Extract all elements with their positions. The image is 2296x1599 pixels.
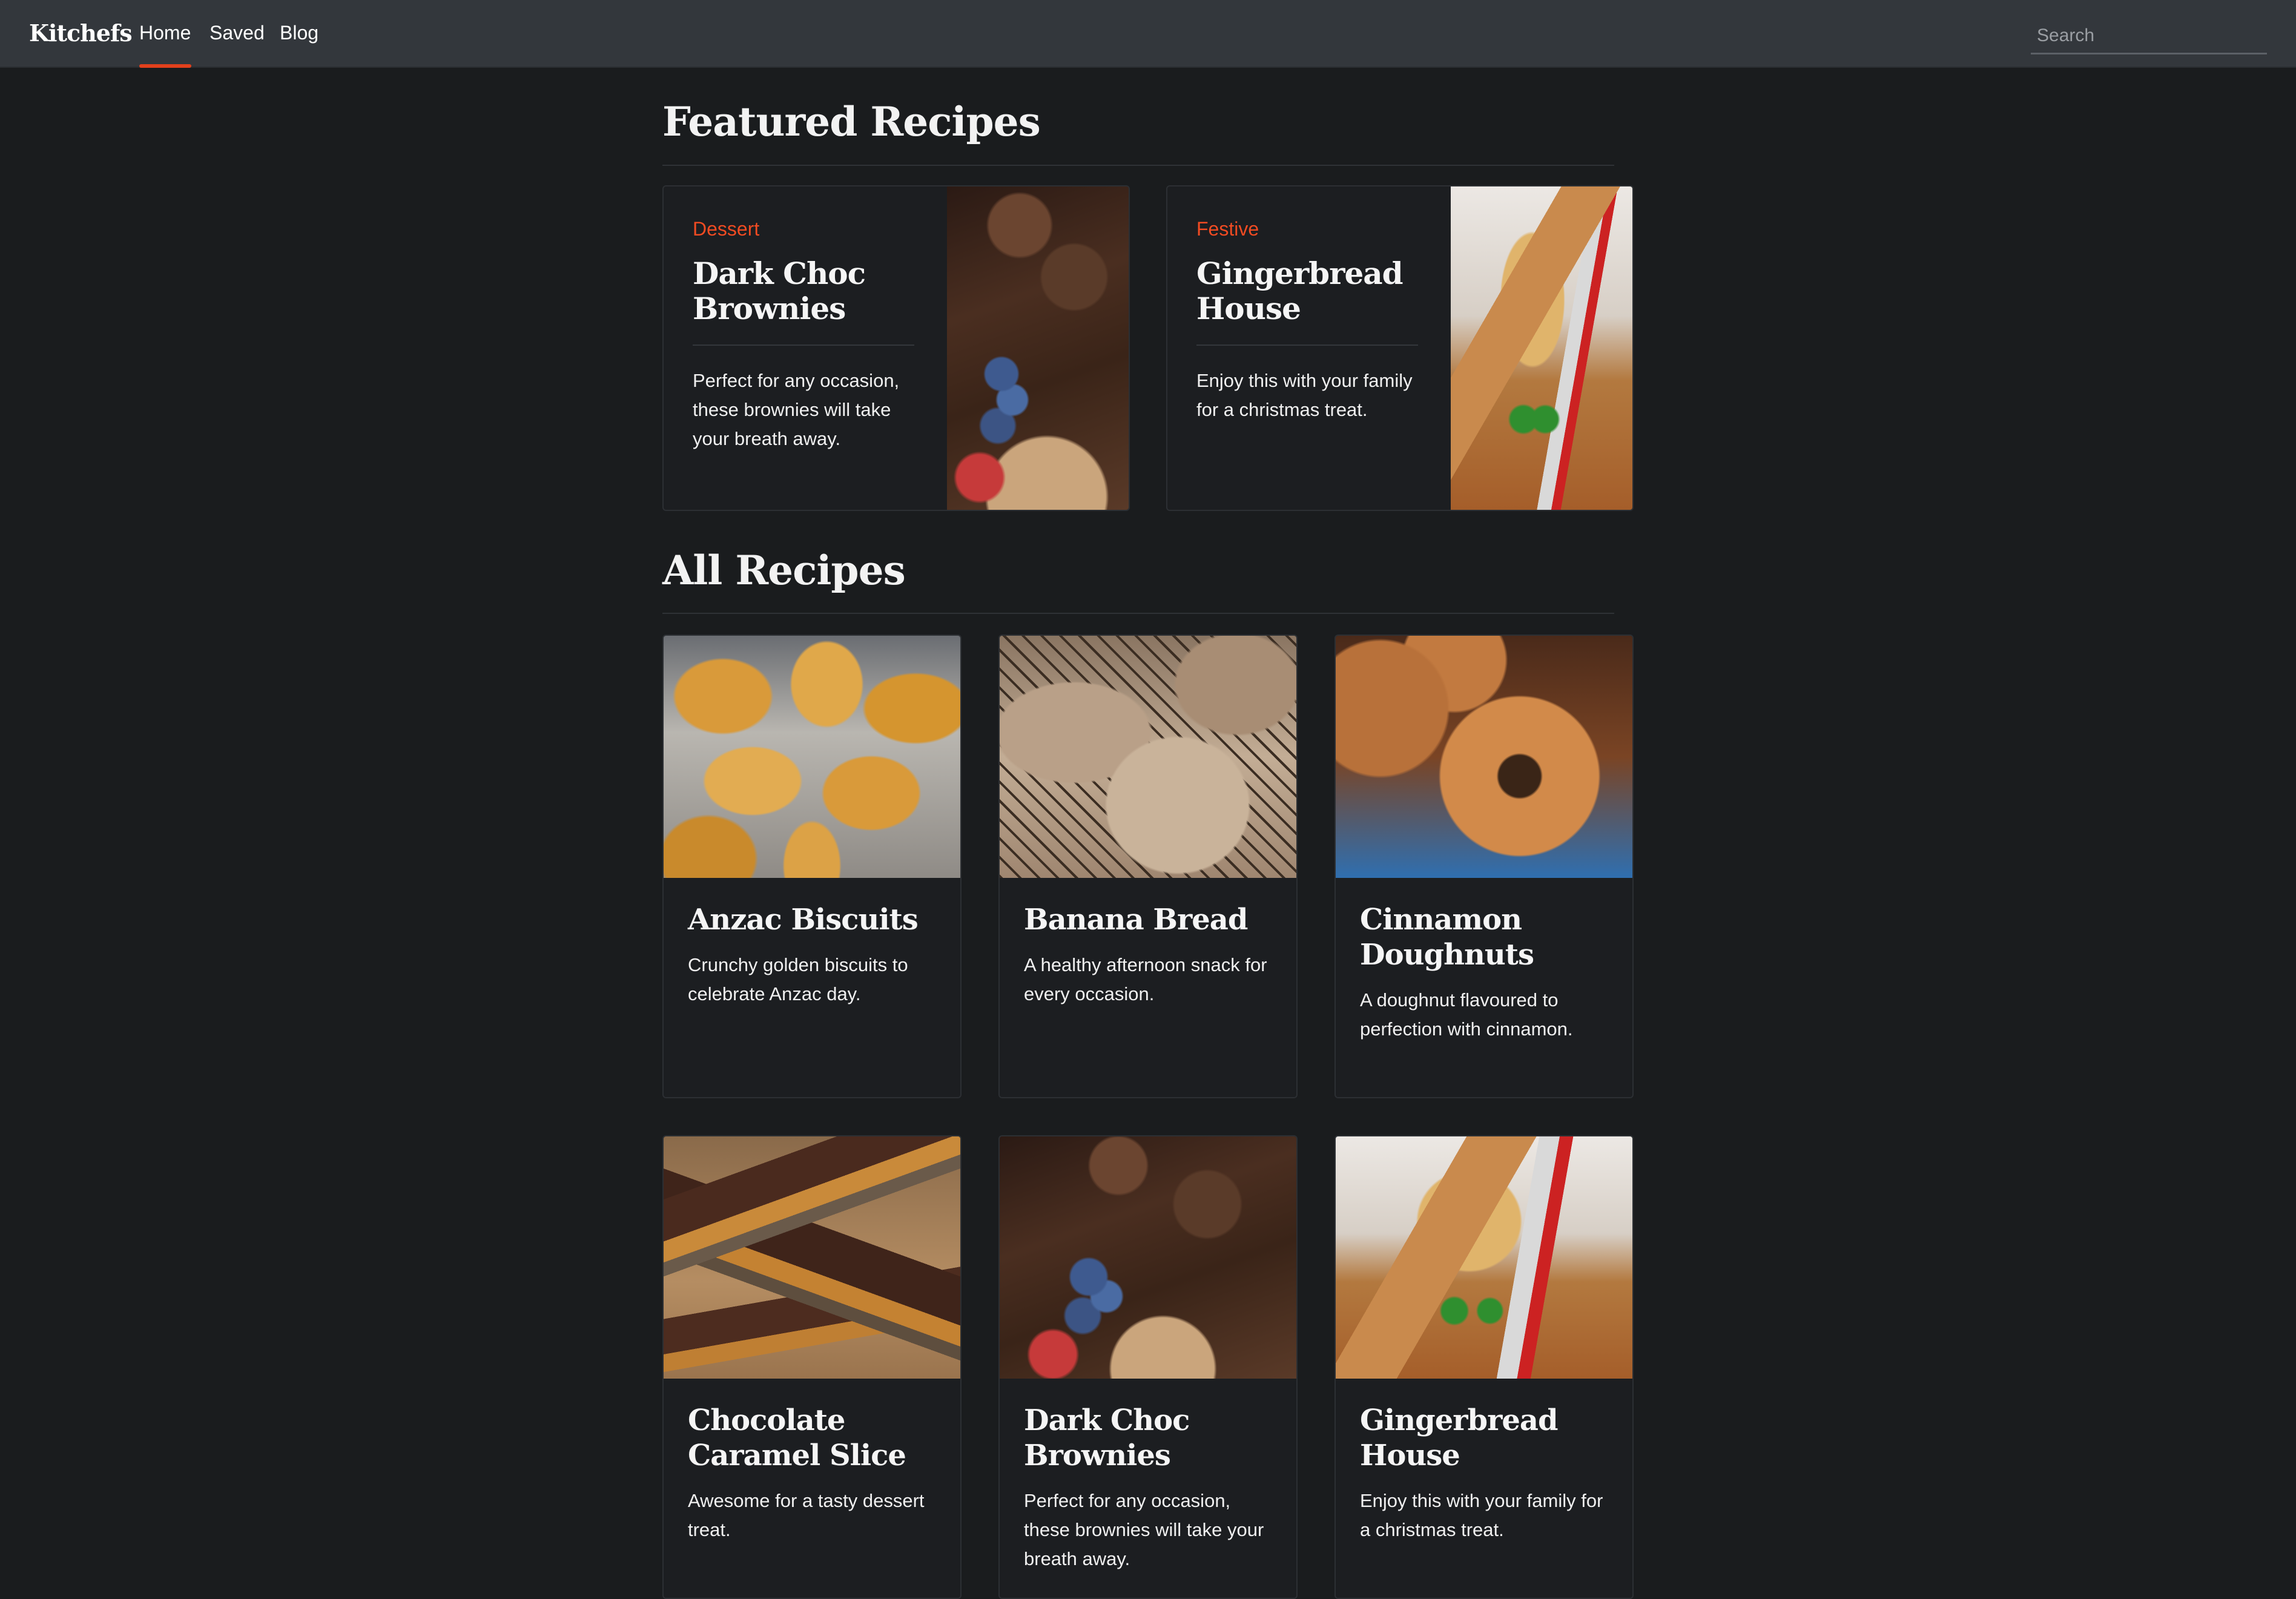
category-tag[interactable]: Festive [1196, 218, 1418, 240]
recipe-card-description: Crunchy golden biscuits to celebrate Anz… [688, 954, 908, 1004]
featured-card-description: Perfect for any occasion, these brownies… [693, 370, 900, 449]
recipe-card-title[interactable]: Cinnamon Doughnuts [1360, 902, 1614, 972]
recipe-card[interactable]: Chocolate Caramel Slice Awesome for a ta… [662, 1135, 962, 1599]
recipe-image[interactable] [1336, 636, 1632, 878]
recipe-image[interactable] [664, 1136, 960, 1379]
featured-card-description: Enjoy this with your family for a christ… [1196, 370, 1413, 420]
recipe-card[interactable]: Cinnamon Doughnuts A doughnut flavoured … [1334, 635, 1634, 1098]
section-divider [662, 165, 1614, 166]
nav-link-saved[interactable]: Saved [209, 22, 265, 44]
recipe-card[interactable]: Gingerbread House Enjoy this with your f… [1334, 1135, 1634, 1599]
recipe-card-description: Enjoy this with your family for a christ… [1360, 1490, 1603, 1540]
featured-card[interactable]: Dessert Dark Choc Brownies Perfect for a… [662, 185, 1130, 511]
top-navbar: Kitchefs Home Saved Blog [0, 0, 2296, 68]
featured-card-title[interactable]: Dark Choc Brownies [693, 256, 914, 326]
search-input[interactable] [2031, 18, 2267, 54]
recipe-image[interactable] [664, 636, 960, 878]
category-tag[interactable]: Dessert [693, 218, 914, 240]
recipe-card[interactable]: Anzac Biscuits Crunchy golden biscuits t… [662, 635, 962, 1098]
recipe-card[interactable]: Banana Bread A healthy afternoon snack f… [998, 635, 1298, 1098]
recipe-image[interactable] [947, 186, 1129, 510]
card-divider [693, 345, 914, 346]
recipe-card-title[interactable]: Chocolate Caramel Slice [688, 1403, 942, 1473]
nav-link-home[interactable]: Home [139, 22, 191, 44]
featured-card-body: Festive Gingerbread House Enjoy this wit… [1196, 218, 1418, 424]
recipe-image[interactable] [1451, 186, 1632, 510]
recipe-card-description: A healthy afternoon snack for every occa… [1024, 954, 1267, 1004]
brand-logo[interactable]: Kitchefs [29, 19, 133, 47]
featured-card-title[interactable]: Gingerbread House [1196, 256, 1418, 326]
all-recipes-section-title: All Recipes [662, 547, 906, 594]
featured-card[interactable]: Festive Gingerbread House Enjoy this wit… [1166, 185, 1634, 511]
recipe-image[interactable] [1000, 1136, 1296, 1379]
recipe-card-description: Awesome for a tasty dessert treat. [688, 1490, 925, 1540]
recipe-card-title[interactable]: Banana Bread [1024, 902, 1278, 937]
recipe-card-description: Perfect for any occasion, these brownies… [1024, 1490, 1264, 1569]
recipe-card-title[interactable]: Anzac Biscuits [688, 902, 942, 937]
featured-section-title: Featured Recipes [662, 98, 1041, 145]
active-nav-indicator [139, 64, 191, 68]
recipe-card-title[interactable]: Gingerbread House [1360, 1403, 1614, 1473]
section-divider [662, 613, 1614, 614]
recipe-card-title[interactable]: Dark Choc Brownies [1024, 1403, 1278, 1473]
nav-link-blog[interactable]: Blog [280, 22, 318, 44]
recipe-card-description: A doughnut flavoured to perfection with … [1360, 989, 1573, 1040]
card-divider [1196, 345, 1418, 346]
recipe-image[interactable] [1336, 1136, 1632, 1379]
recipe-card[interactable]: Dark Choc Brownies Perfect for any occas… [998, 1135, 1298, 1599]
recipe-image[interactable] [1000, 636, 1296, 878]
featured-card-body: Dessert Dark Choc Brownies Perfect for a… [693, 218, 914, 453]
